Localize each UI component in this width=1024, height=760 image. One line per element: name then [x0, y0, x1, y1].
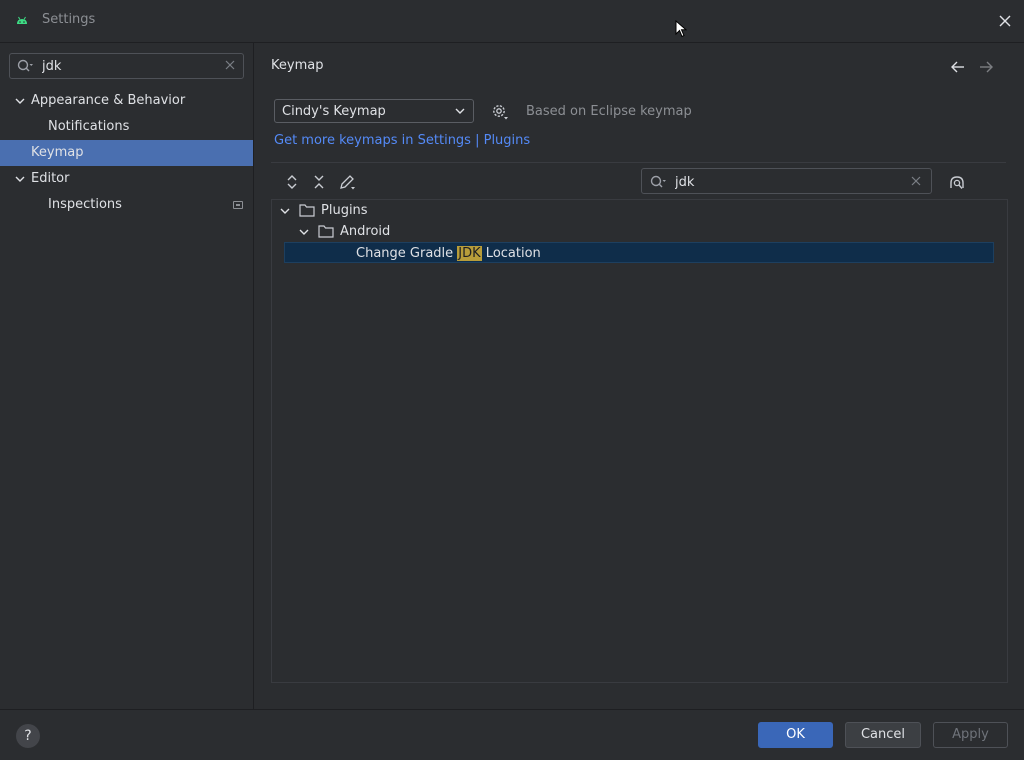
action-search-box[interactable] [641, 168, 932, 194]
forward-arrow-icon[interactable] [978, 59, 994, 75]
collapse-all-icon[interactable] [310, 173, 328, 191]
sidebar-item-notifications[interactable]: Notifications [0, 114, 253, 140]
gear-icon[interactable] [491, 103, 509, 121]
keymap-dropdown[interactable]: Cindy's Keymap [274, 99, 474, 123]
title-bar: Settings [0, 0, 1024, 43]
folder-icon [318, 225, 334, 238]
clear-search-icon[interactable] [911, 176, 921, 186]
settings-search-input[interactable] [40, 56, 224, 76]
close-icon[interactable] [994, 10, 1016, 32]
settings-sidebar: Appearance & Behavior Notifications Keym… [0, 43, 254, 709]
more-keymaps-link[interactable]: Get more keymaps in Settings | Plugins [274, 133, 530, 148]
search-icon [650, 175, 666, 188]
help-button[interactable]: ? [16, 724, 40, 748]
sidebar-item-label: Notifications [48, 119, 130, 134]
chevron-down-icon[interactable] [15, 96, 25, 106]
mouse-cursor-icon [675, 20, 687, 38]
tree-node-label: Plugins [321, 203, 368, 218]
based-on-label: Based on Eclipse keymap [526, 104, 692, 119]
sidebar-item-label: Inspections [48, 197, 122, 212]
folder-icon [299, 204, 315, 217]
window-title: Settings [42, 12, 96, 27]
apply-button[interactable]: Apply [933, 722, 1008, 748]
expand-all-icon[interactable] [283, 173, 301, 191]
tree-node-change-gradle-jdk-location[interactable]: Change Gradle JDK Location [284, 242, 994, 263]
chevron-down-icon[interactable] [280, 206, 290, 216]
actions-tree: Plugins Android Change Gradle JDK Locati… [271, 199, 1008, 683]
settings-search-box[interactable] [9, 53, 244, 79]
sidebar-item-inspections[interactable]: Inspections [0, 192, 253, 218]
android-icon [17, 16, 27, 24]
sidebar-item-label: Editor [31, 171, 70, 186]
sidebar-item-appearance-behavior[interactable]: Appearance & Behavior [0, 88, 253, 114]
find-by-shortcut-icon[interactable] [948, 174, 966, 192]
search-match-highlight: JDK [457, 246, 482, 261]
clear-search-icon[interactable] [224, 59, 236, 71]
tree-node-android[interactable]: Android [299, 221, 499, 242]
back-arrow-icon[interactable] [950, 59, 966, 75]
chevron-down-icon[interactable] [299, 227, 309, 237]
keymap-panel: Keymap Cindy's Keymap Based on Eclipse k… [254, 43, 1024, 709]
action-label-prefix: Change Gradle [356, 246, 458, 261]
sidebar-item-label: Appearance & Behavior [31, 93, 186, 108]
divider [271, 162, 1006, 163]
chevron-down-icon[interactable] [15, 174, 25, 184]
page-title: Keymap [271, 58, 324, 73]
ok-button[interactable]: OK [758, 722, 833, 748]
tree-node-plugins[interactable]: Plugins [280, 200, 480, 221]
project-settings-icon [233, 201, 243, 209]
cancel-button[interactable]: Cancel [845, 722, 921, 748]
keymap-dropdown-value: Cindy's Keymap [282, 104, 386, 119]
action-search-input[interactable] [673, 172, 897, 192]
action-label: Change Gradle JDK Location [356, 243, 541, 264]
edit-shortcut-icon[interactable] [338, 173, 356, 191]
search-icon [17, 59, 33, 72]
sidebar-item-editor[interactable]: Editor [0, 166, 253, 192]
sidebar-item-label: Keymap [31, 145, 84, 160]
action-label-suffix: Location [481, 246, 541, 261]
chevron-down-icon [455, 108, 465, 114]
tree-node-label: Android [340, 224, 391, 239]
sidebar-item-keymap[interactable]: Keymap [0, 140, 253, 166]
dialog-footer: ? OK Cancel Apply [0, 709, 1024, 760]
